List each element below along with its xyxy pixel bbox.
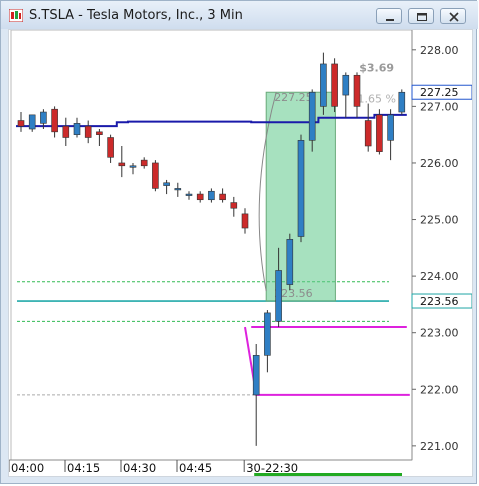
candle[interactable]	[118, 162, 126, 167]
candle[interactable]	[297, 140, 305, 237]
candle[interactable]	[241, 213, 249, 229]
close-icon	[449, 12, 459, 22]
x-tick-label: 04:15	[67, 461, 100, 475]
close-button[interactable]	[440, 8, 466, 24]
price-tag-label: 227.25	[420, 86, 459, 99]
x-tick-label: 04:00	[11, 461, 44, 475]
candle[interactable]	[152, 162, 159, 189]
candle[interactable]	[62, 125, 70, 138]
y-tick-label: 225.00	[420, 214, 459, 227]
chart-area[interactable]: 227.25 223.56 $3.69 1.65 % 228.00 227.00 226.…	[8, 29, 473, 477]
y-tick-label: 224.00	[420, 270, 459, 283]
title-bar[interactable]: S.TSLA - Tesla Motors, Inc., 3 Min	[1, 1, 478, 29]
candle[interactable]	[320, 63, 327, 107]
candle[interactable]	[342, 74, 350, 96]
candle[interactable]	[96, 131, 103, 135]
candle[interactable]	[264, 312, 271, 356]
candle[interactable]	[129, 165, 137, 168]
candle[interactable]	[376, 114, 383, 152]
candle[interactable]	[140, 159, 148, 167]
box-top-label: 227.25	[274, 91, 313, 104]
price-tag-label: 223.56	[420, 295, 459, 308]
window-title: S.TSLA - Tesla Motors, Inc., 3 Min	[29, 8, 243, 23]
x-tick-label: 04:30	[123, 461, 156, 475]
candle[interactable]	[107, 137, 114, 158]
candle[interactable]	[252, 355, 260, 396]
restore-icon	[417, 13, 427, 21]
candle[interactable]	[387, 114, 394, 141]
candle[interactable]	[308, 91, 316, 141]
candle[interactable]	[196, 193, 204, 201]
candle[interactable]	[286, 239, 294, 285]
candle[interactable]	[51, 108, 58, 133]
y-tick-label: 226.00	[420, 157, 459, 170]
price-chart[interactable]: 227.25 223.56 $3.69 1.65 % 228.00 227.00 226.…	[8, 29, 473, 476]
chart-window: S.TSLA - Tesla Motors, Inc., 3 Min 227.2…	[0, 0, 478, 484]
percent-label: 1.65 %	[358, 92, 396, 105]
candle[interactable]	[331, 63, 338, 107]
candle[interactable]	[275, 270, 282, 322]
candle[interactable]	[185, 193, 193, 196]
candle[interactable]	[364, 120, 372, 147]
candle[interactable]	[353, 74, 361, 107]
app-icon	[9, 9, 23, 22]
minimize-button[interactable]	[376, 8, 402, 24]
gain-label: $3.69	[359, 61, 394, 74]
y-tick-label: 227.00	[420, 100, 459, 113]
restore-button[interactable]	[408, 8, 434, 24]
y-tick-label: 222.00	[420, 383, 459, 396]
session-bar	[254, 473, 402, 476]
candle[interactable]	[208, 190, 215, 201]
x-tick-label: 30-22:30	[246, 461, 298, 475]
candle[interactable]	[219, 193, 226, 201]
candle[interactable]	[398, 91, 406, 113]
x-tick-label: 04:45	[179, 461, 212, 475]
y-tick-label: 228.00	[420, 44, 459, 57]
candle[interactable]	[28, 114, 36, 130]
candle[interactable]	[40, 111, 47, 124]
candle[interactable]	[230, 202, 238, 209]
candle[interactable]	[17, 120, 25, 127]
candle[interactable]	[73, 123, 81, 135]
candle[interactable]	[174, 188, 182, 191]
y-tick-label: 223.00	[420, 327, 459, 340]
y-tick-label: 221.00	[420, 440, 459, 453]
candle[interactable]	[84, 125, 92, 138]
minimize-icon	[386, 19, 394, 21]
candle[interactable]	[163, 182, 170, 186]
